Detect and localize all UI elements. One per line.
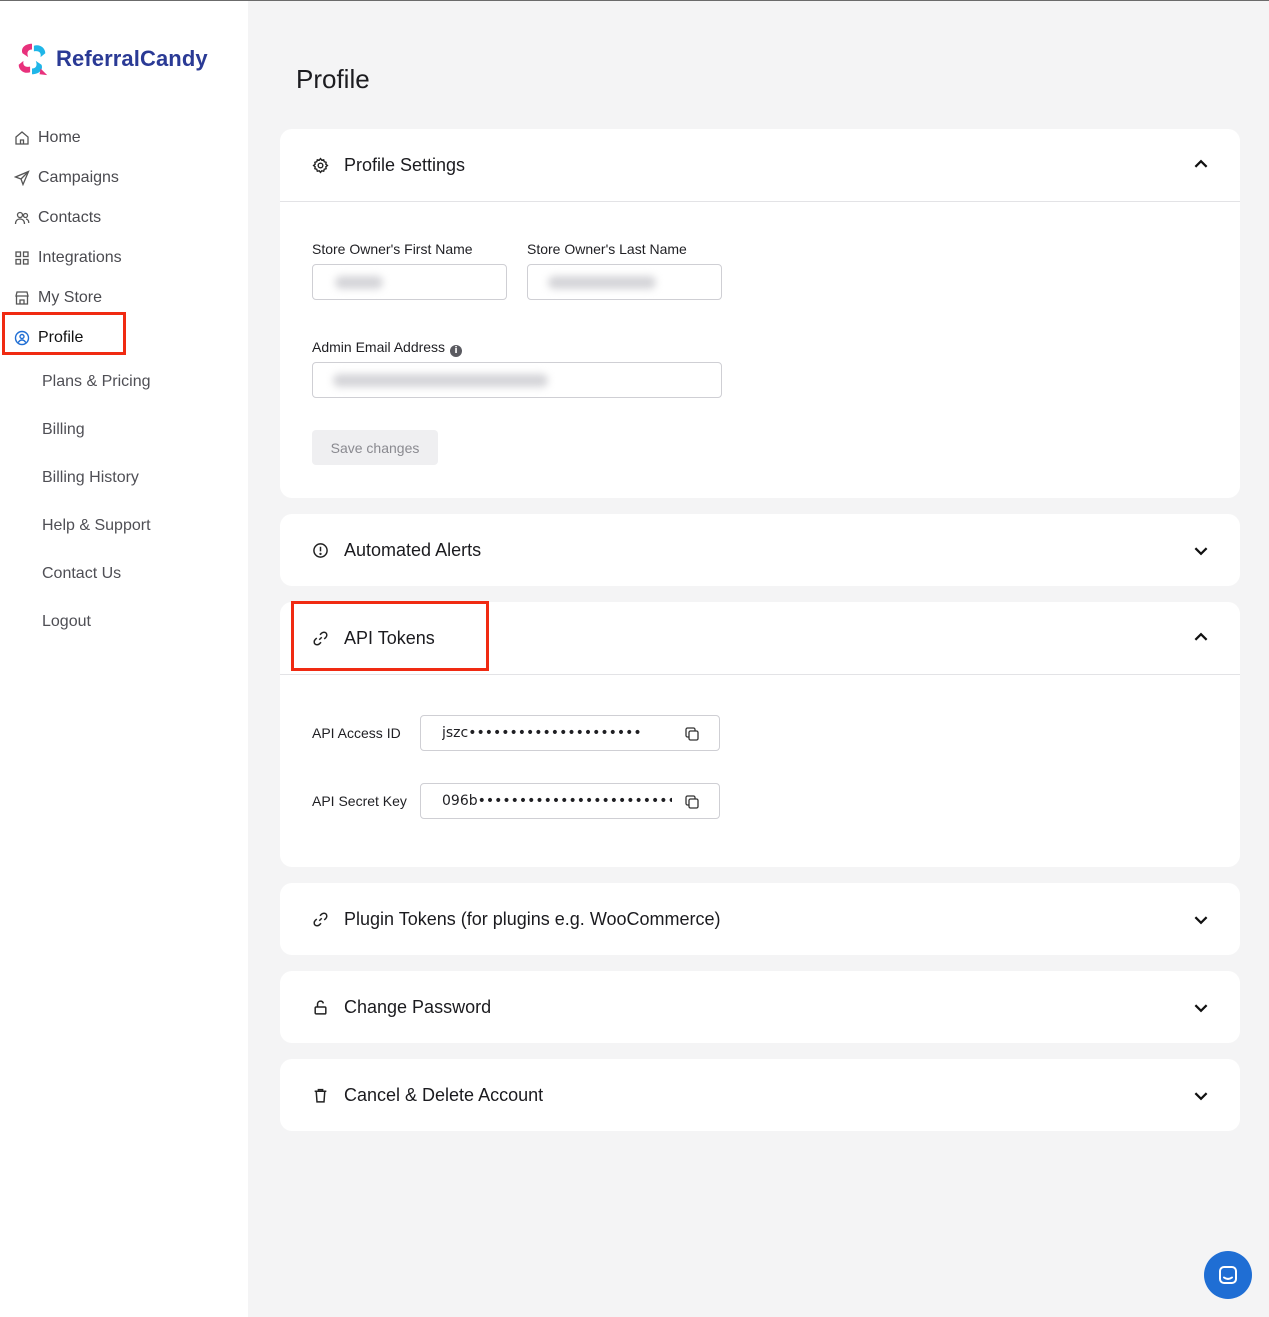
lock-icon bbox=[311, 998, 329, 1016]
highlight-box-profile bbox=[2, 312, 126, 355]
gear-icon bbox=[311, 156, 329, 174]
chat-icon bbox=[1219, 1266, 1237, 1284]
sidebar-item-label: My Store bbox=[38, 289, 103, 306]
window-top-border bbox=[0, 0, 1269, 1]
chevron-down-icon[interactable] bbox=[1192, 1087, 1210, 1105]
home-icon bbox=[13, 129, 31, 147]
redacted-value bbox=[333, 374, 548, 387]
api-access-id-label: API Access ID bbox=[312, 725, 401, 741]
chevron-down-icon[interactable] bbox=[1192, 999, 1210, 1017]
api-secret-key-value: 096b•••••••••••••••••••••••••• bbox=[442, 793, 672, 809]
sidebar-item-label: Home bbox=[38, 129, 81, 146]
change-password-card: Change Password bbox=[280, 971, 1240, 1043]
cancel-delete-card: Cancel & Delete Account bbox=[280, 1059, 1240, 1131]
change-password-title: Change Password bbox=[344, 996, 492, 1017]
page-title: Profile bbox=[296, 64, 370, 94]
profile-settings-card: Profile Settings Store Owner's First Nam… bbox=[280, 129, 1240, 498]
sidebar-subitem-contact-us[interactable]: Contact Us bbox=[42, 562, 121, 586]
cancel-delete-title: Cancel & Delete Account bbox=[344, 1084, 544, 1105]
trash-icon bbox=[311, 1086, 329, 1104]
api-secret-key-label: API Secret Key bbox=[312, 793, 407, 809]
profile-settings-title: Profile Settings bbox=[344, 154, 466, 175]
first-name-input[interactable] bbox=[312, 264, 507, 300]
automated-alerts-card: Automated Alerts bbox=[280, 514, 1240, 586]
chat-launcher-button[interactable] bbox=[1204, 1251, 1252, 1299]
api-access-id-value: jszc••••••••••••••••••••• bbox=[442, 725, 642, 741]
users-icon bbox=[13, 209, 31, 227]
send-icon bbox=[13, 169, 31, 187]
sidebar-subitem-billing-history[interactable]: Billing History bbox=[42, 466, 139, 490]
info-icon[interactable]: i bbox=[450, 345, 463, 357]
sidebar-subitem-logout[interactable]: Logout bbox=[42, 610, 91, 634]
redacted-value bbox=[548, 276, 656, 289]
divider bbox=[280, 201, 1240, 202]
brand-name: ReferralCandy bbox=[56, 46, 208, 71]
chevron-up-icon[interactable] bbox=[1192, 155, 1210, 173]
copy-icon[interactable] bbox=[683, 793, 701, 811]
plugin-tokens-title: Plugin Tokens (for plugins e.g. WooComme… bbox=[344, 908, 721, 929]
chevron-down-icon[interactable] bbox=[1192, 542, 1210, 560]
cancel-delete-header[interactable]: Cancel & Delete Account bbox=[280, 1059, 1240, 1131]
referralcandy-logo-icon bbox=[18, 43, 48, 76]
sidebar-item-integrations[interactable]: Integrations bbox=[13, 246, 122, 270]
sidebar-item-contacts[interactable]: Contacts bbox=[13, 206, 101, 230]
sidebar-subitem-billing[interactable]: Billing bbox=[42, 418, 85, 442]
sidebar-item-campaigns[interactable]: Campaigns bbox=[13, 166, 119, 190]
email-label-text: Admin Email Address bbox=[312, 339, 446, 355]
grid-icon bbox=[13, 249, 31, 267]
highlight-box-api-tokens bbox=[291, 601, 489, 671]
sidebar-item-my-store[interactable]: My Store bbox=[13, 286, 102, 310]
alert-circle-icon bbox=[311, 541, 329, 559]
redacted-value bbox=[335, 276, 383, 289]
save-changes-button[interactable]: Save changes bbox=[312, 430, 438, 465]
chevron-down-icon[interactable] bbox=[1192, 911, 1210, 929]
last-name-input[interactable] bbox=[527, 264, 722, 300]
change-password-header[interactable]: Change Password bbox=[280, 971, 1240, 1043]
automated-alerts-title: Automated Alerts bbox=[344, 539, 482, 560]
api-secret-key-field[interactable]: 096b•••••••••••••••••••••••••• bbox=[420, 783, 720, 819]
chevron-up-icon[interactable] bbox=[1192, 628, 1210, 646]
brand-logo[interactable]: ReferralCandy bbox=[13, 40, 208, 78]
plugin-tokens-header[interactable]: Plugin Tokens (for plugins e.g. WooComme… bbox=[280, 883, 1240, 955]
sidebar-item-home[interactable]: Home bbox=[13, 126, 81, 150]
link-icon bbox=[311, 910, 329, 928]
email-input[interactable] bbox=[312, 362, 722, 398]
email-label: Admin Email Address i bbox=[312, 339, 463, 357]
store-icon bbox=[13, 289, 31, 307]
sidebar-item-label: Contacts bbox=[38, 209, 102, 226]
divider bbox=[280, 674, 1240, 675]
api-access-id-field[interactable]: jszc••••••••••••••••••••• bbox=[420, 715, 720, 751]
first-name-label: Store Owner's First Name bbox=[312, 241, 473, 257]
sidebar: ReferralCandy Home Campaigns Contacts In… bbox=[0, 1, 248, 1317]
sidebar-subitem-plans-pricing[interactable]: Plans & Pricing bbox=[42, 370, 151, 394]
copy-icon[interactable] bbox=[683, 725, 701, 743]
automated-alerts-header[interactable]: Automated Alerts bbox=[280, 514, 1240, 586]
plugin-tokens-card: Plugin Tokens (for plugins e.g. WooComme… bbox=[280, 883, 1240, 955]
sidebar-subitem-help-support[interactable]: Help & Support bbox=[42, 514, 151, 538]
profile-settings-header[interactable]: Profile Settings bbox=[280, 129, 1240, 201]
last-name-label: Store Owner's Last Name bbox=[527, 241, 687, 257]
sidebar-item-label: Integrations bbox=[38, 249, 122, 266]
sidebar-item-label: Campaigns bbox=[38, 169, 119, 186]
